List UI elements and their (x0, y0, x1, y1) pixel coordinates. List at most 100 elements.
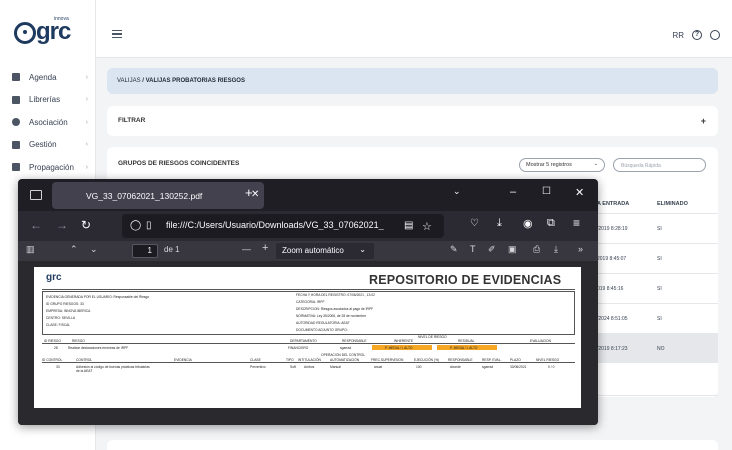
tab-title: VG_33_07062021_130252.pdf (86, 191, 203, 201)
field-text: EVIDENCIA GENERADA POR EL USUARIO: Respo… (46, 295, 150, 299)
sidebar-item-label: Propagación (29, 162, 74, 172)
sidebar-item-label: Librerías (29, 95, 61, 105)
library-icon (12, 95, 20, 104)
sidebar-item-gestion[interactable]: Gestión › (0, 134, 96, 157)
sidebar-toggle-icon[interactable]: ▥ (26, 244, 35, 255)
sidebar-item-asociacion[interactable]: Asociación › (0, 111, 96, 134)
filter-panel[interactable]: FILTRAR + (107, 106, 718, 136)
previous-page-icon[interactable]: ⌃ (70, 244, 78, 255)
col-header: NIVEL RIESGO (536, 358, 560, 362)
close-window-icon[interactable]: ✕ (575, 186, 584, 199)
tab-overflow-icon[interactable]: ⌄ (453, 186, 461, 197)
col-header: INHERENTE (394, 339, 414, 343)
back-icon[interactable]: ← (30, 218, 42, 232)
cell: 30/06/2021 (510, 365, 527, 369)
tab-list-icon[interactable] (30, 190, 42, 200)
reload-icon[interactable]: ↻ (81, 218, 91, 232)
divider (42, 289, 575, 290)
next-page-icon[interactable]: ⌄ (90, 244, 98, 255)
sidebar-nav: Agenda › Librerías › Asociación › Gestión › … (0, 66, 96, 179)
help-icon[interactable]: ? (692, 30, 702, 40)
chevron-right-icon: › (85, 163, 88, 171)
col-header: RESPONSABLE (342, 339, 367, 343)
image-icon[interactable]: ▣ (508, 244, 517, 255)
maximize-icon[interactable]: ☐ (542, 186, 551, 197)
cell: Manual (330, 365, 341, 369)
text-tool-icon[interactable]: T (470, 244, 476, 254)
draw-icon[interactable]: ✐ (488, 244, 496, 255)
zoom-in-icon[interactable]: + (262, 242, 268, 254)
col-header: EVIDENCIA (174, 358, 192, 362)
cell: Realizar declaraciones erróneas de IRPF (68, 346, 129, 350)
zoom-out-icon[interactable]: — (242, 244, 251, 254)
extensions-icon[interactable]: ⧉ (547, 217, 555, 230)
page-number-input[interactable]: 1 (132, 244, 158, 258)
address-bar[interactable]: ◯ ▯ file:///C:/Users/Usuario/Downloads/V… (122, 214, 444, 238)
more-tools-icon[interactable]: » (578, 244, 583, 254)
user-icon[interactable] (710, 30, 720, 40)
column-header-entrada[interactable]: A ENTRADA (597, 201, 629, 207)
filter-title: FILTRAR (118, 117, 146, 124)
quick-search-input[interactable]: Búsqueda Rápida (613, 158, 706, 172)
app-menu-icon[interactable]: ≡ (573, 216, 580, 230)
calendar-icon (12, 73, 20, 82)
col-header: ID RIESGO (44, 339, 62, 343)
list-icon (12, 140, 20, 149)
field-text: AUTORIDAD REGULATORIA: AEAT (296, 321, 350, 325)
breadcrumb-current: VALIJAS PROBATORIAS RIESGOS (145, 78, 245, 84)
col-header: AUTOMATIZACIÓN (330, 358, 360, 362)
col-header: INTITULACIÓN (298, 358, 321, 362)
column-header-eliminado[interactable]: ELIMINADO (657, 201, 688, 207)
bottom-panel (107, 440, 718, 450)
cell-eliminado: SI (657, 256, 662, 262)
cell: Ambos (304, 365, 315, 369)
tab-bar: VG_33_07062021_130252.pdf ✕ + ⌄ – ☐ ✕ (18, 179, 598, 211)
sidebar-item-propagacion[interactable]: Propagación › (0, 156, 96, 179)
sidebar-item-librerias[interactable]: Librerías › (0, 89, 96, 112)
pdf-canvas[interactable]: grc REPOSITORIO DE EVIDENCIAS EVIDENCIA … (18, 261, 598, 425)
pocket-icon[interactable]: ♡ (470, 218, 479, 229)
cell: 0 / 0 (548, 365, 555, 369)
nav-toolbar: ← → ↻ ◯ ▯ file:///C:/Users/Usuario/Downl… (18, 211, 598, 241)
minimize-icon[interactable]: – (510, 186, 516, 198)
cell: Adhesión al código de buenas prácticas t… (76, 365, 150, 373)
url-text[interactable]: file:///C:/Users/Usuario/Downloads/VG_33… (166, 220, 400, 230)
groups-title: GRUPOS DE RIESGOS COINCIDENTES (118, 160, 240, 167)
field-text: EMPRESA: INNOVA IBERICA (46, 309, 91, 313)
cell: anual (374, 365, 383, 369)
menu-toggle-icon[interactable] (112, 30, 122, 40)
field-text: FECHA Y HORA DEL REGISTRO: 07/06/2021 , … (296, 293, 375, 297)
cell: P. MEDIA / I. ALTO (385, 346, 413, 350)
highlight-icon[interactable]: ✎ (450, 244, 458, 255)
cell: P. MEDIA / I. ALTO (450, 346, 478, 350)
col-header: CLASE (250, 358, 261, 362)
page-size-select[interactable]: Mostrar 5 registros ⌄ (519, 158, 605, 172)
user-initials[interactable]: RR (672, 31, 684, 40)
zoom-value: Zoom automático (282, 246, 344, 255)
chevron-down-icon: ⌄ (593, 161, 598, 167)
browser-tab[interactable]: VG_33_07062021_130252.pdf ✕ (30, 182, 264, 209)
cell: 28 (54, 346, 58, 350)
zoom-select[interactable]: Zoom automático ⌄ (276, 243, 374, 259)
forward-icon[interactable]: → (56, 218, 68, 232)
save-icon[interactable]: ⤓ (554, 244, 558, 255)
cell: Soft (290, 365, 296, 369)
col-header: EVALUACION (530, 339, 552, 343)
topbar: RR ? (96, 0, 732, 58)
expand-icon[interactable]: + (701, 116, 706, 126)
shield-icon[interactable]: ◯ (130, 220, 141, 231)
print-icon[interactable]: ⎙ (533, 244, 540, 255)
sidebar-item-agenda[interactable]: Agenda › (0, 66, 96, 89)
bookmark-star-icon[interactable]: ☆ (422, 220, 432, 233)
reader-view-icon[interactable]: ▤ (404, 220, 413, 231)
new-tab-icon[interactable]: + (245, 185, 253, 200)
download-icon[interactable]: ⤓ (497, 217, 502, 230)
account-icon[interactable]: ◉ (523, 217, 533, 230)
col-header: ID CONTROL (42, 358, 63, 362)
sidebar-item-label: Gestión (29, 140, 57, 150)
brand-logo[interactable]: innova grc (14, 16, 80, 50)
breadcrumb: VALIJAS / VALIJAS PROBATORIAS RIESGOS (107, 68, 718, 94)
cell: 33 (56, 365, 60, 369)
cell: 100 (416, 365, 422, 369)
breadcrumb-parent[interactable]: VALIJAS (117, 78, 141, 84)
